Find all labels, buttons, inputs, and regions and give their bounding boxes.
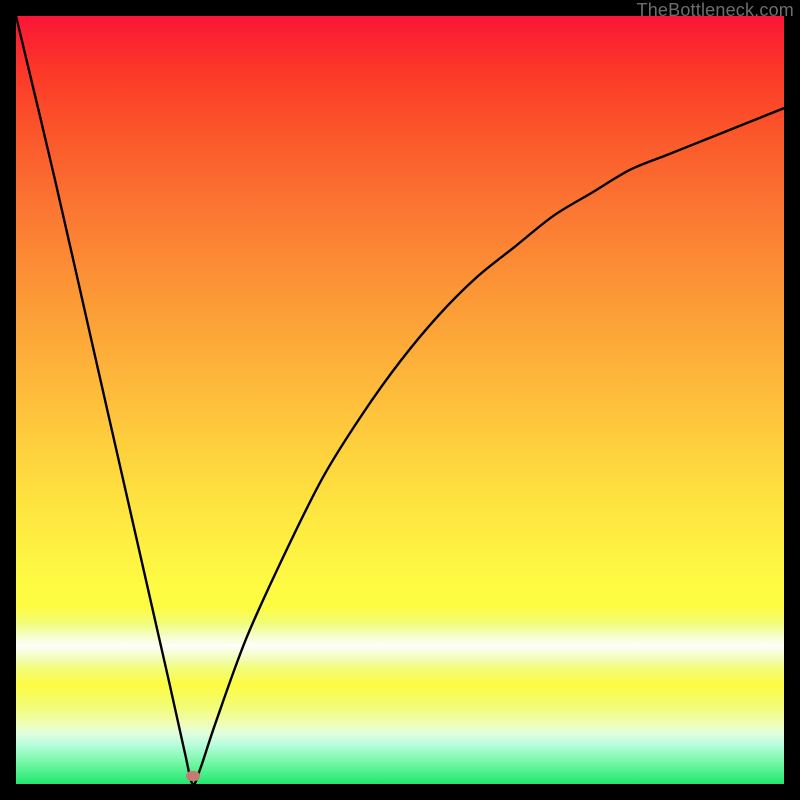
chart-frame: TheBottleneck.com	[0, 0, 800, 800]
bottleneck-curve	[16, 16, 784, 784]
optimum-marker	[186, 771, 200, 781]
plot-area	[16, 16, 784, 784]
